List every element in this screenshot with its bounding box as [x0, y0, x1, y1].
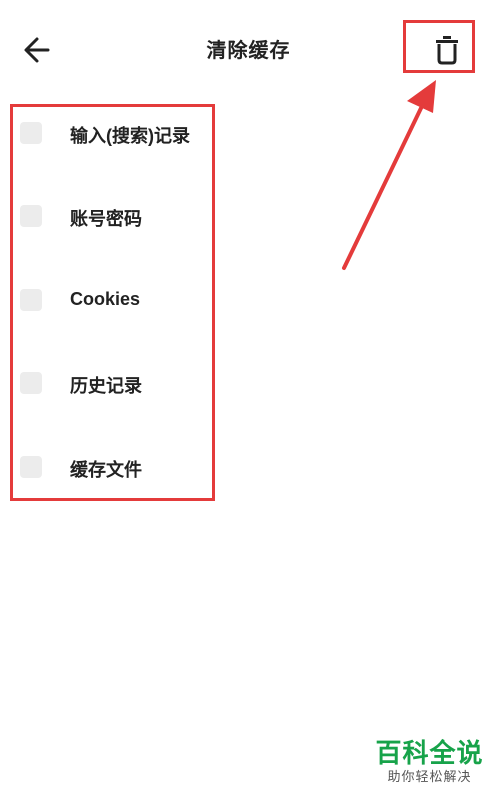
watermark-title: 百科全说 [375, 738, 484, 768]
list-highlight-box [10, 104, 215, 501]
watermark-subtitle: 助你轻松解决 [387, 769, 472, 784]
watermark: 百科全说 助你轻松解决 [372, 738, 487, 786]
trash-highlight-box [403, 20, 475, 73]
